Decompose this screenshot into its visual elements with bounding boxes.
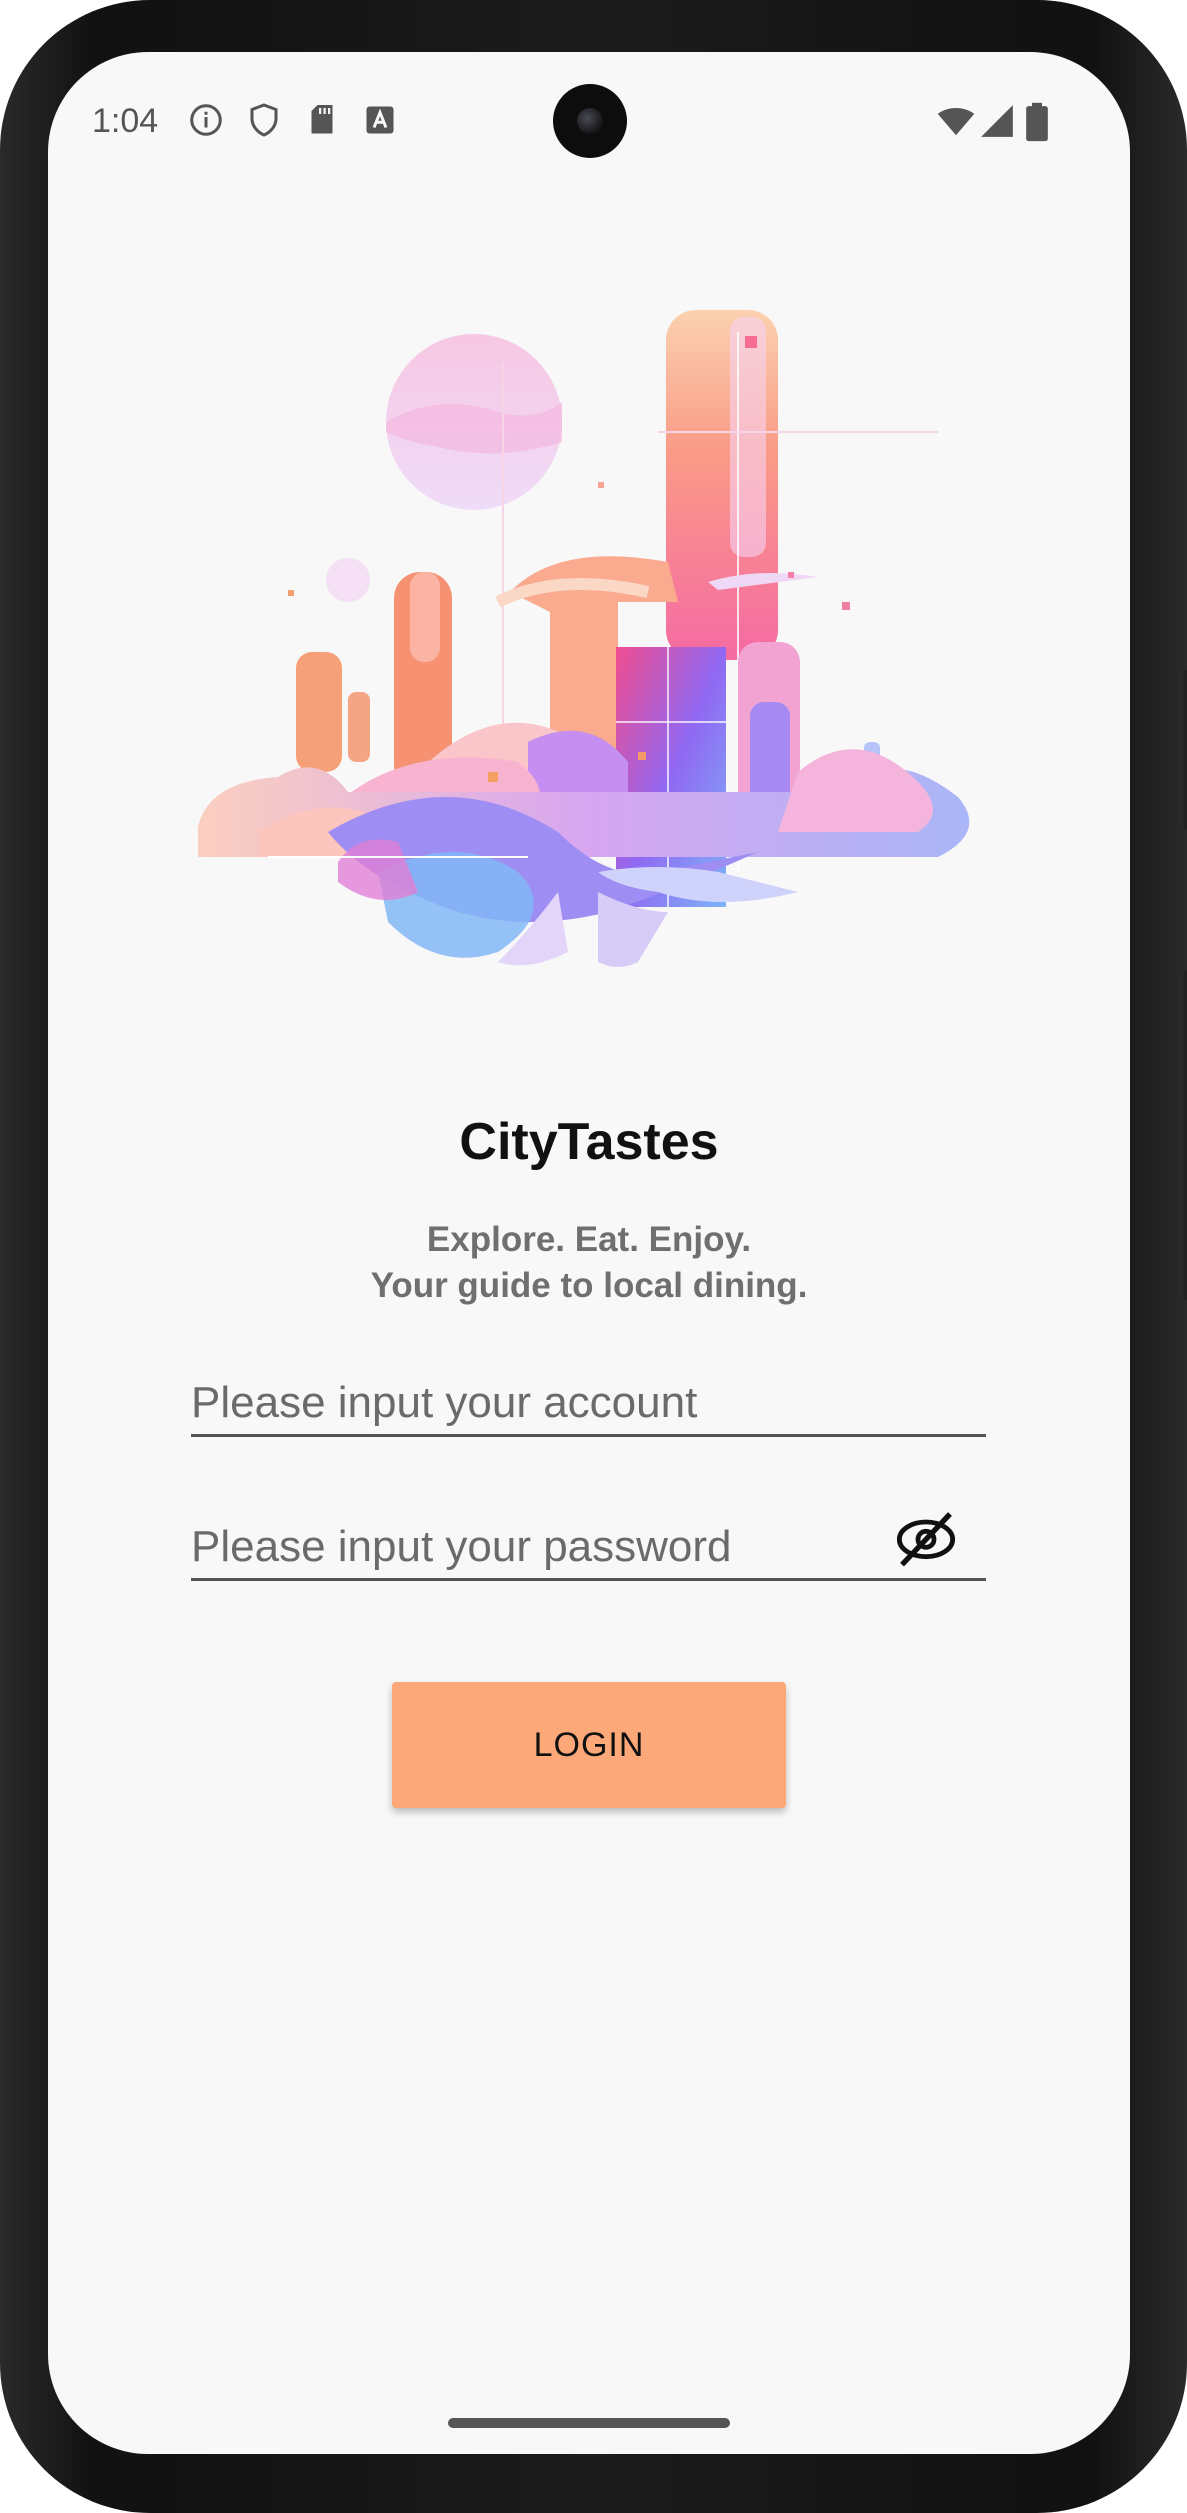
front-camera [553, 84, 627, 158]
account-field [191, 1362, 986, 1437]
signal-icon [981, 105, 1013, 137]
login-button[interactable]: LOGIN [392, 1682, 786, 1808]
phone-frame: 1:04 CityTastes Explore. Eat. Enjoy. You… [0, 0, 1187, 2513]
eye-off-icon[interactable] [894, 1506, 958, 1570]
sd-card-icon [311, 105, 333, 134]
shield-icon [250, 103, 278, 137]
password-field [191, 1506, 986, 1581]
status-bar: 1:04 [48, 52, 1130, 192]
keyboard-a-icon [366, 106, 394, 134]
wifi-icon [937, 107, 975, 136]
home-indicator[interactable] [448, 2418, 730, 2428]
power-button [1183, 670, 1187, 830]
tagline-line-1: Explore. Eat. Enjoy. [426, 1220, 752, 1259]
tagline-line-2: Your guide to local dining. [370, 1266, 808, 1305]
battery-icon [1026, 102, 1048, 142]
city-illustration [198, 310, 970, 967]
app-screen: 1:04 CityTastes Explore. Eat. Enjoy. You… [48, 52, 1130, 2454]
status-time: 1:04 [92, 102, 159, 140]
password-input[interactable] [191, 1522, 843, 1572]
app-tagline: Explore. Eat. Enjoy. Your guide to local… [48, 1217, 1130, 1309]
app-title: CityTastes [459, 1113, 719, 1171]
volume-button [1183, 970, 1187, 1300]
info-icon [190, 104, 222, 136]
account-input[interactable] [191, 1378, 986, 1428]
